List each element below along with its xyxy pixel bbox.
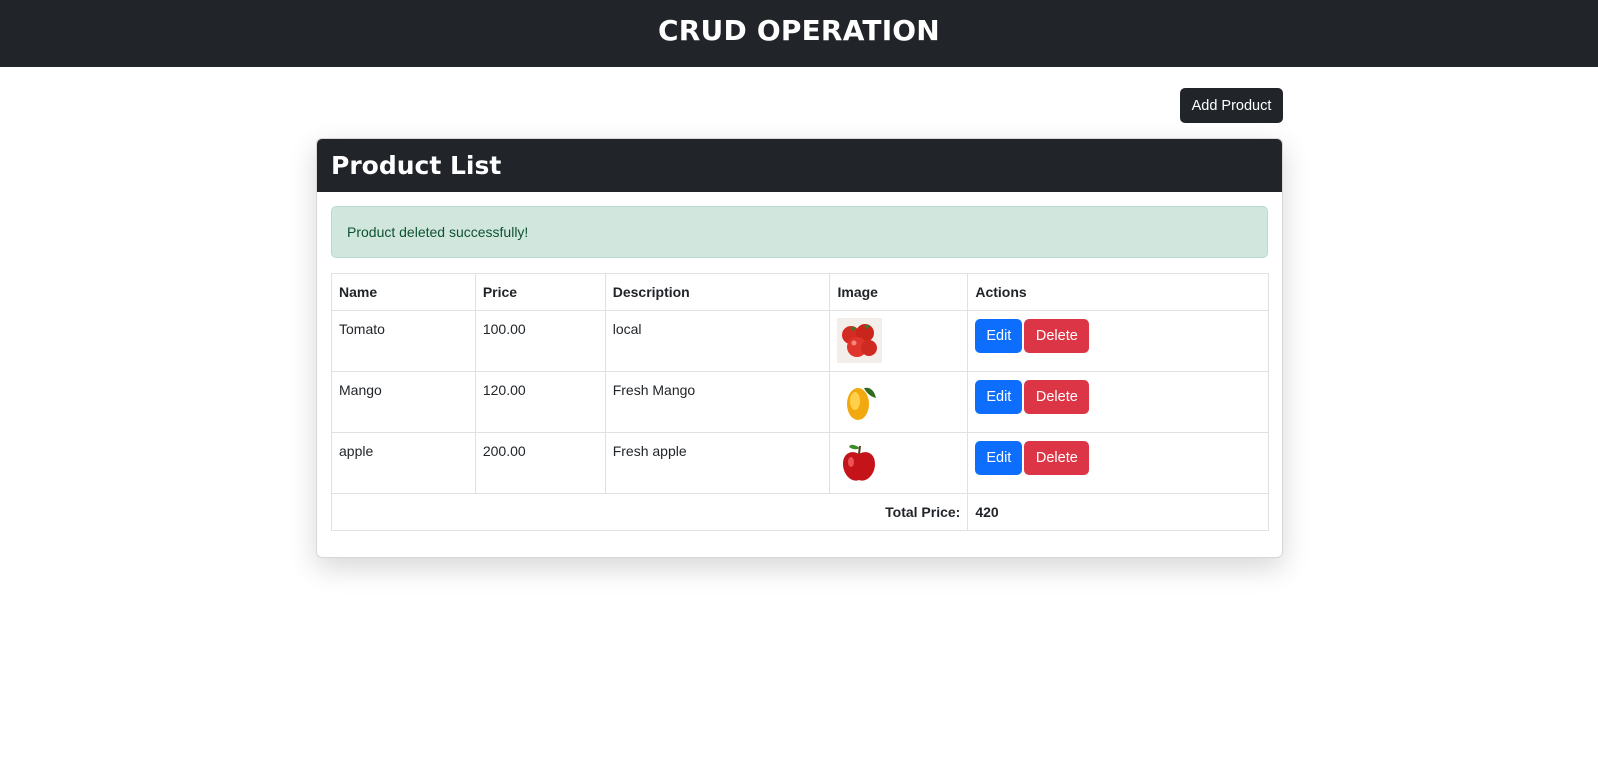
add-product-button[interactable]: Add Product <box>1180 88 1283 123</box>
product-name: Mango <box>331 371 476 433</box>
table-header-row: Name Price Description Image Actions <box>331 273 1269 311</box>
product-description: Fresh apple <box>604 432 831 494</box>
table-row: apple 200.00 Fresh apple Edit Delete <box>331 432 1269 494</box>
product-image-cell <box>829 371 969 433</box>
edit-button[interactable]: Edit <box>975 441 1023 475</box>
product-image-cell <box>829 432 969 494</box>
column-header-price: Price <box>474 273 606 311</box>
product-description: local <box>604 310 831 372</box>
product-name: apple <box>331 432 476 494</box>
total-price-label: Total Price: <box>330 493 969 531</box>
page-title: CRUD OPERATION <box>658 14 940 47</box>
row-actions: Edit Delete <box>967 432 1269 494</box>
apple-image <box>837 440 883 485</box>
product-description: Fresh Mango <box>604 371 831 433</box>
product-name: Tomato <box>331 310 476 372</box>
tomato-image <box>837 318 883 363</box>
edit-button[interactable]: Edit <box>975 319 1023 353</box>
edit-button[interactable]: Edit <box>975 380 1023 414</box>
delete-button[interactable]: Delete <box>1024 380 1090 414</box>
success-alert: Product deleted successfully! <box>331 206 1268 258</box>
alert-message: Product deleted successfully! <box>347 224 529 240</box>
column-header-image: Image <box>829 273 969 311</box>
table-row: Mango 120.00 Fresh Mango Edit Delete <box>331 371 1269 433</box>
table-row: Tomato 100.00 local Edit Delete <box>331 310 1269 372</box>
total-price-value: 420 <box>967 493 1269 531</box>
table-footer-row: Total Price: 420 <box>330 493 1269 531</box>
row-actions: Edit Delete <box>967 371 1269 433</box>
product-list-card: Product List Product deleted successfull… <box>316 138 1283 558</box>
column-header-description: Description <box>604 273 831 311</box>
delete-button[interactable]: Delete <box>1024 319 1090 353</box>
delete-button[interactable]: Delete <box>1024 441 1090 475</box>
product-price: 100.00 <box>474 310 606 372</box>
row-actions: Edit Delete <box>967 310 1269 372</box>
product-price: 120.00 <box>474 371 606 433</box>
top-navbar: CRUD OPERATION <box>0 0 1598 67</box>
card-header: Product List <box>317 139 1282 192</box>
product-table: Name Price Description Image Actions Tom… <box>330 273 1269 531</box>
product-image-cell <box>829 310 969 372</box>
column-header-name: Name <box>331 273 476 311</box>
card-title: Product List <box>331 151 502 180</box>
column-header-actions: Actions <box>967 273 1269 311</box>
product-price: 200.00 <box>474 432 606 494</box>
mango-image <box>837 379 883 424</box>
